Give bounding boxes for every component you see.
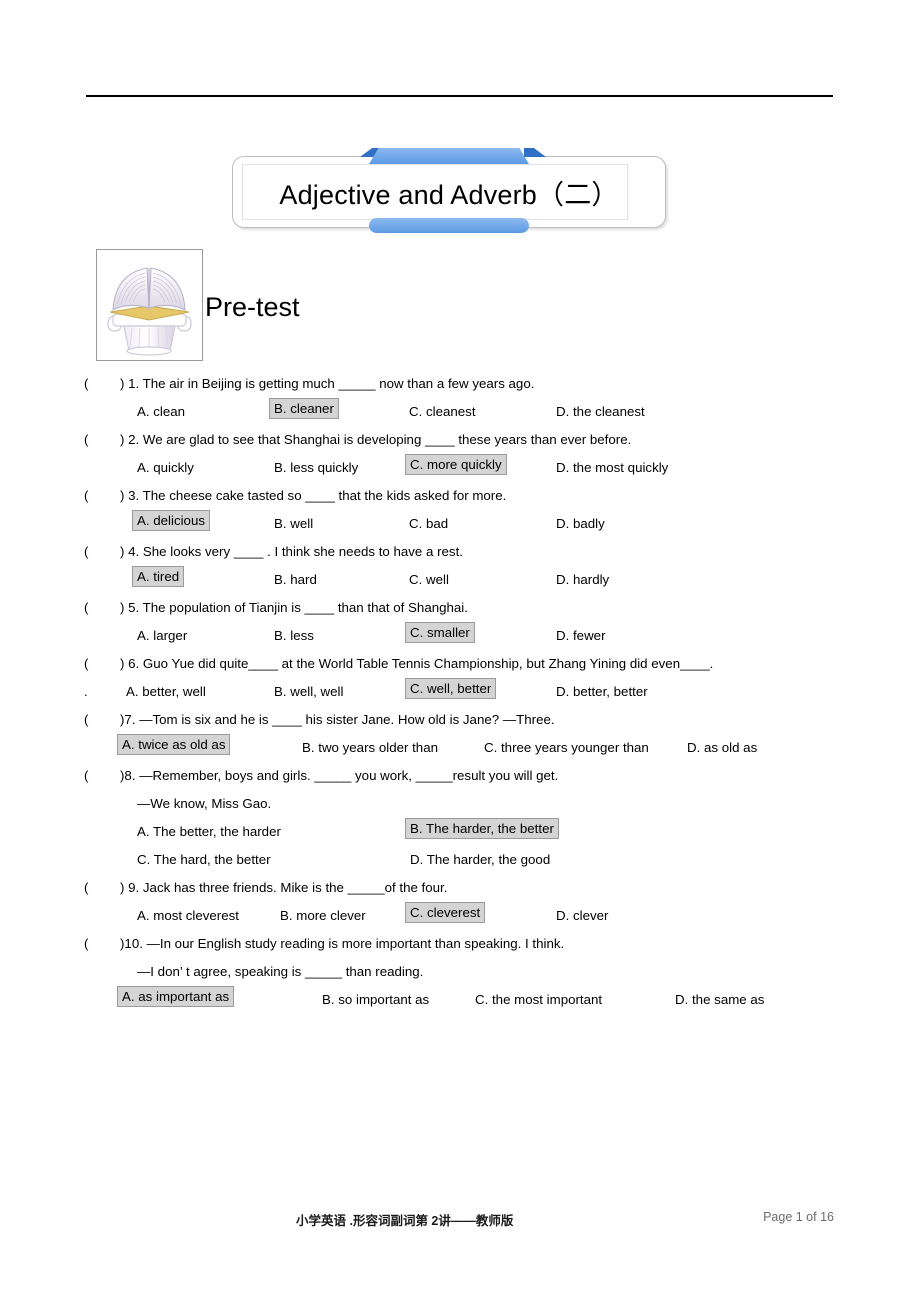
question-text: ) 1. The air in Beijing is getting much …: [120, 376, 535, 391]
question-stem-row: ()7. —Tom is six and he is ____ his sist…: [84, 706, 844, 734]
question-stem-row: () 9. Jack has three friends. Mike is th…: [84, 874, 844, 902]
answer-option[interactable]: D. the cleanest: [556, 398, 645, 426]
question-continuation-text: —We know, Miss Gao.: [137, 796, 272, 811]
answer-option[interactable]: A. quickly: [137, 454, 194, 482]
question-list: () 1. The air in Beijing is getting much…: [84, 370, 844, 1014]
question-options-row: A. clean B. cleaner C. cleanest D. the clea…: [84, 398, 844, 426]
book-on-pillar-svg: [107, 267, 192, 356]
answer-option[interactable]: C. The hard, the better: [137, 846, 271, 874]
answer-blank-paren[interactable]: (: [84, 594, 120, 622]
question-options-row: A. as important as B. so important as C. t…: [84, 986, 844, 1014]
answer-option[interactable]: D. clever: [556, 902, 608, 930]
answer-option-selected[interactable]: A. twice as old as: [117, 734, 231, 755]
answer-option[interactable]: A. The better, the harder: [137, 818, 281, 846]
question-text: )7. —Tom is six and he is ____ his siste…: [120, 712, 555, 727]
document-page: Adjective and Adverb（二） Pre-test () 1. …: [0, 0, 920, 1303]
question-text: ) 2. We are glad to see that Shanghai is…: [120, 432, 632, 447]
answer-option-selected[interactable]: C. more quickly: [405, 454, 507, 475]
question-stem-row: ()8. —Remember, boys and girls. _____ yo…: [84, 762, 844, 790]
answer-option[interactable]: B. more clever: [280, 902, 366, 930]
footer-page-number: Page 1 of 16: [763, 1210, 834, 1224]
question-options-row: C. The hard, the better D. The harder, th…: [84, 846, 844, 874]
answer-option[interactable]: B. hard: [274, 566, 317, 594]
answer-option[interactable]: D. better, better: [556, 678, 648, 706]
answer-option[interactable]: D. badly: [556, 510, 605, 538]
answer-option[interactable]: A. larger: [137, 622, 187, 650]
answer-option[interactable]: D. the same as: [675, 986, 764, 1014]
question-options-row: A. tired B. hard C. well D. hardly: [84, 566, 844, 594]
footer-left-text: 小学英语 .形容词副词第 2讲——教师版: [296, 1214, 514, 1228]
answer-option[interactable]: C. three years younger than: [484, 734, 649, 762]
section-title: Pre-test: [205, 292, 300, 322]
question-options-row: A. quickly B. less quickly C. more quickly…: [84, 454, 844, 482]
answer-option[interactable]: B. less: [274, 622, 314, 650]
answer-blank-paren[interactable]: (: [84, 706, 120, 734]
answer-option[interactable]: B. two years older than: [302, 734, 438, 762]
answer-blank-paren[interactable]: (: [84, 370, 120, 398]
stray-period-marker: .: [84, 684, 88, 699]
answer-blank-paren[interactable]: (: [84, 930, 120, 958]
answer-option[interactable]: C. well: [409, 566, 449, 594]
answer-option-selected[interactable]: B. The harder, the better: [405, 818, 559, 839]
question-text: )10. —In our English study reading is mo…: [120, 936, 565, 951]
answer-blank-paren[interactable]: (: [84, 426, 120, 454]
question-options-row: A. larger B. less C. smaller D. fewer: [84, 622, 844, 650]
answer-blank-paren[interactable]: (: [84, 538, 120, 566]
header-rule: [86, 95, 833, 97]
answer-blank-paren[interactable]: (: [84, 874, 120, 902]
answer-option[interactable]: D. hardly: [556, 566, 609, 594]
answer-option[interactable]: A. better, well: [126, 678, 206, 706]
answer-option-selected[interactable]: C. smaller: [405, 622, 475, 643]
question-stem-row: () 5. The population of Tianjin is ____ …: [84, 594, 844, 622]
answer-option[interactable]: D. the most quickly: [556, 454, 668, 482]
question-text: )8. —Remember, boys and girls. _____ you…: [120, 768, 559, 783]
question-text: ) 3. The cheese cake tasted so ____ that…: [120, 488, 507, 503]
question-stem-row: ()10. —In our English study reading is m…: [84, 930, 844, 958]
answer-option-selected[interactable]: C. cleverest: [405, 902, 486, 923]
answer-option-selected[interactable]: A. as important as: [117, 986, 235, 1007]
answer-option[interactable]: D. The harder, the good: [410, 846, 550, 874]
answer-option-selected[interactable]: B. cleaner: [269, 398, 339, 419]
question-text: ) 6. Guo Yue did quite____ at the World …: [120, 656, 714, 671]
answer-option[interactable]: B. well, well: [274, 678, 343, 706]
answer-option[interactable]: A. most cleverest: [137, 902, 239, 930]
answer-option[interactable]: C. the most important: [475, 986, 602, 1014]
book-on-pillar-icon: [96, 249, 203, 361]
question-stem-row: () 3. The cheese cake tasted so ____ tha…: [84, 482, 844, 510]
question-options-row: A. twice as old as B. two years older tha…: [84, 734, 844, 762]
question-text: ) 5. The population of Tianjin is ____ t…: [120, 600, 468, 615]
answer-blank-paren[interactable]: (: [84, 762, 120, 790]
answer-option[interactable]: D. fewer: [556, 622, 606, 650]
question-options-row: A. most cleverest B. more clever C. clever…: [84, 902, 844, 930]
question-options-row: A. delicious B. well C. bad D. badly: [84, 510, 844, 538]
question-stem-row: () 6. Guo Yue did quite____ at the World…: [84, 650, 844, 678]
answer-option[interactable]: C. bad: [409, 510, 448, 538]
answer-blank-paren[interactable]: (: [84, 650, 120, 678]
answer-option[interactable]: A. clean: [137, 398, 185, 426]
question-text: ) 4. She looks very ____ . I think she n…: [120, 544, 463, 559]
answer-option-selected[interactable]: A. delicious: [132, 510, 210, 531]
answer-option[interactable]: B. less quickly: [274, 454, 358, 482]
answer-option-selected[interactable]: A. tired: [132, 566, 185, 587]
answer-option-selected[interactable]: C. well, better: [405, 678, 497, 699]
question-options-row: A. The better, the harder B. The harder, …: [84, 818, 844, 846]
question-continuation-text: —I don’ t agree, speaking is _____ than …: [137, 964, 424, 979]
question-options-row: A. better, well B. well, well C. well, bet…: [84, 678, 844, 706]
question-text: ) 9. Jack has three friends. Mike is the…: [120, 880, 448, 895]
question-stem-row: () 4. She looks very ____ . I think she …: [84, 538, 844, 566]
answer-option[interactable]: C. cleanest: [409, 398, 476, 426]
banner-title-text: Adjective and Adverb（二）: [279, 179, 619, 210]
question-stem-row: () 1. The air in Beijing is getting much…: [84, 370, 844, 398]
question-stem-row: () 2. We are glad to see that Shanghai i…: [84, 426, 844, 454]
answer-blank-paren[interactable]: (: [84, 482, 120, 510]
answer-option[interactable]: B. so important as: [322, 986, 429, 1014]
answer-option[interactable]: B. well: [274, 510, 313, 538]
answer-option[interactable]: D. as old as: [687, 734, 757, 762]
title-banner: Adjective and Adverb（二）: [232, 148, 666, 233]
